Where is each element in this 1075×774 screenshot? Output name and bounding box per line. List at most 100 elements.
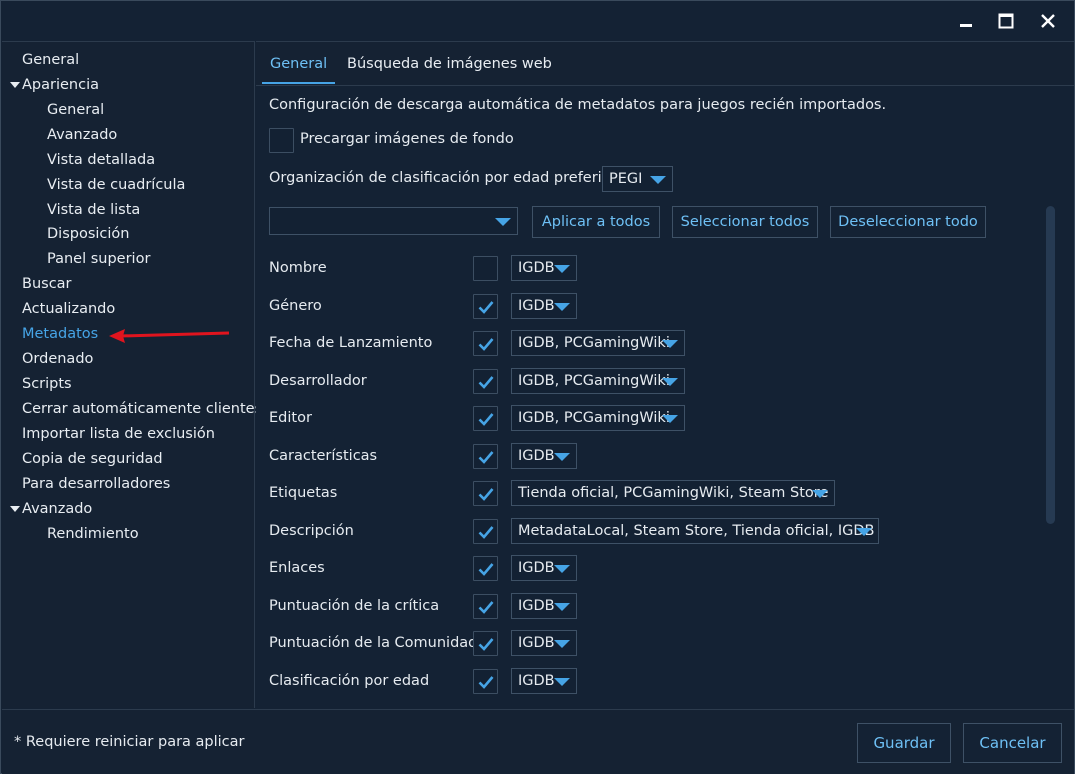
expand-triangle-icon (10, 82, 20, 88)
field-source-dropdown[interactable]: IGDB (511, 593, 577, 619)
save-button[interactable]: Guardar (857, 723, 951, 763)
field-source-dropdown[interactable]: IGDB (511, 630, 577, 656)
rating-org-dropdown[interactable]: PEGI (602, 166, 673, 192)
tab-bar: General Búsqueda de imágenes web (256, 42, 1074, 86)
checkmark-icon (478, 301, 494, 314)
field-source-dropdown[interactable]: IGDB (511, 293, 577, 319)
sidebar-item-vista-cuadricula[interactable]: Vista de cuadrícula (47, 173, 185, 197)
maximize-icon (998, 13, 1014, 29)
cancel-button[interactable]: Cancelar (963, 723, 1062, 763)
checkmark-icon (478, 563, 494, 576)
sidebar-item-buscar[interactable]: Buscar (22, 272, 72, 296)
field-label: Puntuación de la Comunidad (269, 635, 478, 651)
sidebar-item-rendimiento[interactable]: Rendimiento (47, 522, 139, 546)
field-source-dropdown[interactable]: MetadataLocal, Steam Store, Tienda ofici… (511, 518, 879, 544)
field-checkbox[interactable] (473, 631, 498, 656)
settings-window: General Apariencia General Avanzado Vist… (0, 0, 1075, 774)
field-source-dropdown[interactable]: IGDB, PCGamingWiki (511, 330, 685, 356)
field-source-value: IGDB (518, 298, 555, 314)
sidebar-item-disposicion[interactable]: Disposición (47, 222, 129, 246)
minimize-button[interactable] (945, 1, 987, 41)
field-source-dropdown[interactable]: IGDB (511, 555, 577, 581)
sidebar-item-copia-seguridad[interactable]: Copia de seguridad (22, 447, 163, 471)
preload-images-label: Precargar imágenes de fondo (300, 131, 514, 147)
checkmark-icon (478, 526, 494, 539)
field-label: Descripción (269, 523, 354, 539)
sidebar-item-metadatos[interactable]: Metadatos (22, 322, 98, 346)
field-checkbox[interactable] (473, 594, 498, 619)
field-checkbox[interactable] (473, 556, 498, 581)
field-source-value: MetadataLocal, Steam Store, Tienda ofici… (518, 523, 875, 539)
field-label: Género (269, 298, 322, 314)
maximize-button[interactable] (985, 1, 1027, 41)
caret-down-icon (554, 303, 570, 311)
field-source-dropdown[interactable]: IGDB (511, 443, 577, 469)
field-label: Editor (269, 410, 312, 426)
field-checkbox[interactable] (473, 256, 498, 281)
field-source-dropdown[interactable]: Tienda oficial, PCGamingWiki, Steam Stor… (511, 480, 835, 506)
deselect-all-button[interactable]: Deseleccionar todo (830, 206, 986, 238)
settings-main-panel: General Búsqueda de imágenes web Configu… (256, 41, 1074, 708)
field-source-value: IGDB, PCGamingWiki (518, 410, 670, 426)
field-source-dropdown[interactable]: IGDB (511, 255, 577, 281)
sidebar-item-desarrolladores[interactable]: Para desarrolladores (22, 472, 170, 496)
sidebar-item-ordenado[interactable]: Ordenado (22, 347, 93, 371)
field-checkbox[interactable] (473, 294, 498, 319)
checkmark-icon (478, 638, 494, 651)
sidebar-item-vista-detallada[interactable]: Vista detallada (47, 148, 155, 172)
footer-bar: * Requiere reiniciar para aplicar Guarda… (2, 709, 1074, 774)
field-checkbox[interactable] (473, 481, 498, 506)
caret-down-icon (554, 565, 570, 573)
rating-org-label: Organización de clasificación por edad p… (269, 170, 620, 186)
sidebar-item-avanzado[interactable]: Avanzado (2, 497, 202, 521)
field-checkbox[interactable] (473, 669, 498, 694)
field-label: Clasificación por edad (269, 673, 430, 689)
field-source-value: IGDB (518, 673, 555, 689)
sidebar-item-apariencia-general[interactable]: General (47, 98, 104, 122)
rating-org-value: PEGI (609, 171, 643, 187)
checkmark-icon (478, 676, 494, 689)
bulk-source-dropdown[interactable] (269, 207, 518, 235)
apply-all-button[interactable]: Aplicar a todos (532, 206, 660, 238)
preload-images-checkbox[interactable] (269, 128, 294, 153)
tab-busqueda-imagenes-web[interactable]: Búsqueda de imágenes web (347, 54, 552, 84)
field-source-value: IGDB (518, 260, 555, 276)
minimize-icon (960, 24, 972, 27)
caret-down-icon (812, 490, 828, 498)
field-source-dropdown[interactable]: IGDB, PCGamingWiki (511, 368, 685, 394)
caret-down-icon (662, 415, 678, 423)
checkmark-icon (478, 488, 494, 501)
caret-down-icon (650, 176, 666, 184)
close-button[interactable] (1027, 1, 1069, 41)
field-source-value: IGDB, PCGamingWiki (518, 373, 670, 389)
field-checkbox[interactable] (473, 444, 498, 469)
sidebar-item-vista-lista[interactable]: Vista de lista (47, 198, 140, 222)
caret-down-icon (554, 265, 570, 273)
field-checkbox[interactable] (473, 519, 498, 544)
caret-down-icon (554, 678, 570, 686)
sidebar-item-panel-superior[interactable]: Panel superior (47, 247, 150, 271)
sidebar-item-apariencia[interactable]: Apariencia (2, 73, 202, 97)
sidebar-item-general[interactable]: General (22, 48, 79, 72)
field-checkbox[interactable] (473, 406, 498, 431)
field-label: Fecha de Lanzamiento (269, 335, 433, 351)
field-checkbox[interactable] (473, 369, 498, 394)
field-source-dropdown[interactable]: IGDB, PCGamingWiki (511, 405, 685, 431)
scrollbar-thumb[interactable] (1046, 206, 1055, 524)
sidebar-item-apariencia-avanzado[interactable]: Avanzado (47, 123, 117, 147)
settings-sidebar: General Apariencia General Avanzado Vist… (2, 41, 262, 708)
field-source-dropdown[interactable]: IGDB (511, 668, 577, 694)
sidebar-item-cerrar-clientes[interactable]: Cerrar automáticamente clientes (22, 397, 262, 421)
field-source-value: IGDB (518, 560, 555, 576)
expand-triangle-icon (10, 506, 20, 512)
field-checkbox[interactable] (473, 331, 498, 356)
sidebar-item-importar-exclusion[interactable]: Importar lista de exclusión (22, 422, 215, 446)
sidebar-item-scripts[interactable]: Scripts (22, 372, 72, 396)
sidebar-item-actualizando[interactable]: Actualizando (22, 297, 115, 321)
field-label: Características (269, 448, 378, 464)
select-all-button[interactable]: Seleccionar todos (672, 206, 818, 238)
checkmark-icon (478, 338, 494, 351)
caret-down-icon (662, 340, 678, 348)
tab-general[interactable]: General (262, 54, 336, 84)
restart-note: * Requiere reiniciar para aplicar (14, 734, 245, 750)
